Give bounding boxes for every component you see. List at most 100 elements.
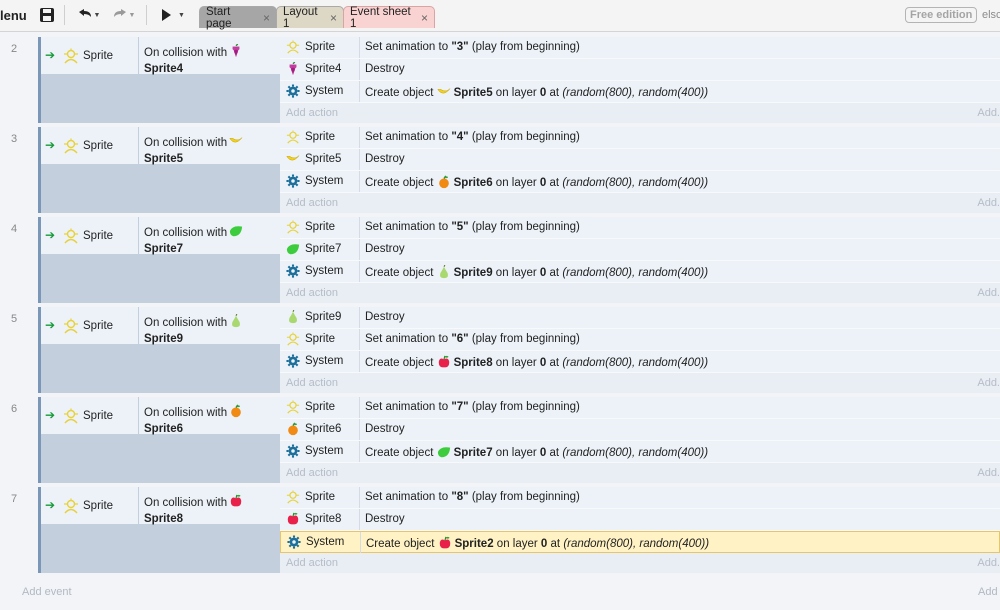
condition-row[interactable]: ➔ Sprite On collision with Sprite9 [41,307,280,345]
column-divider [138,217,139,255]
column-divider [359,509,360,530]
action-position: (random(800), random(400)) [563,538,710,550]
action-row[interactable]: Sprite Set animation to "7" (play from be… [280,397,1000,419]
close-icon[interactable]: × [330,11,337,25]
tab-layout-1[interactable]: Layout 1 × [276,6,344,30]
add-action-link[interactable]: Add action [286,287,338,299]
lime-icon [286,242,300,256]
tab-start-page[interactable]: Start page × [199,6,277,30]
free-edition-badge[interactable]: Free edition [905,7,978,23]
gear-icon [286,264,300,278]
action-position: (random(800), random(400)) [562,267,709,279]
action-text: Set animation to "7" (play from beginnin… [365,401,580,413]
action-object: System [305,175,344,187]
menu-button[interactable]: lenu [0,8,27,23]
add-event-link[interactable]: Add event [22,586,72,598]
action-row[interactable]: System Create object Sprite6 on layer 0 a… [280,171,1000,193]
event-block[interactable]: ➔ Sprite On collision with Sprite9 Sprite9 De… [38,307,1000,393]
action-text: Destroy [365,243,405,255]
pear-icon [229,313,243,328]
condition-column: ➔ Sprite On collision with Sprite5 [38,127,280,213]
add-action-right-link[interactable]: Add. [977,287,1000,299]
action-text: Create object Sprite9 on layer 0 at (ran… [365,264,709,279]
add-action-link[interactable]: Add action [286,107,338,119]
action-row[interactable]: Sprite Set animation to "3" (play from be… [280,37,1000,59]
preview-button[interactable]: ▼ [156,5,188,25]
close-icon[interactable]: × [263,11,270,25]
action-object: Sprite5 [305,153,342,165]
add-action-link[interactable]: Add action [286,557,338,569]
event-block[interactable]: ➔ Sprite On collision with Sprite8 Sprite Set… [38,487,1000,573]
tab-event-sheet-1[interactable]: Event sheet 1 × [343,6,435,30]
action-row[interactable]: Sprite9 Destroy [280,307,1000,329]
gear-icon [286,174,300,188]
event-block[interactable]: ➔ Sprite On collision with Sprite7 Sprite Set… [38,217,1000,303]
add-action-row[interactable]: Add action Add. [280,193,1000,213]
condition-row[interactable]: ➔ Sprite On collision with Sprite6 [41,397,280,435]
add-event-right-link[interactable]: Add [978,586,998,598]
add-action-row[interactable]: Add action Add. [280,103,1000,123]
event-number: 5 [11,313,18,325]
add-action-right-link[interactable]: Add. [977,197,1000,209]
action-row[interactable]: Sprite Set animation to "4" (play from be… [280,127,1000,149]
add-action-right-link[interactable]: Add. [977,107,1000,119]
add-action-link[interactable]: Add action [286,377,338,389]
action-at-label: at [546,357,563,369]
sprite-outline-icon [286,400,300,414]
condition-label: On collision with [144,497,228,509]
column-divider [138,37,139,75]
action-row[interactable]: System Create object Sprite5 on layer 0 a… [280,81,1000,103]
add-action-row[interactable]: Add action Add. [280,373,1000,393]
add-action-right-link[interactable]: Add. [977,467,1000,479]
action-row[interactable]: System Create object Sprite7 on layer 0 a… [280,441,1000,463]
close-icon[interactable]: × [421,11,428,25]
column-divider [359,217,360,238]
action-row[interactable]: Sprite5 Destroy [280,149,1000,171]
condition-row[interactable]: ➔ Sprite On collision with Sprite8 [41,487,280,525]
sprite-outline-icon [286,40,300,54]
action-row[interactable]: System Create object Sprite9 on layer 0 a… [280,261,1000,283]
add-action-right-link[interactable]: Add. [977,377,1000,389]
action-row[interactable]: Sprite Set animation to "6" (play from be… [280,329,1000,351]
condition-target: Sprite8 [144,513,183,525]
condition-row[interactable]: ➔ Sprite On collision with Sprite4 [41,37,280,75]
action-text: Set animation to "5" (play from beginnin… [365,221,580,233]
trigger-arrow-icon: ➔ [45,48,56,62]
action-verb: Destroy [365,423,405,435]
action-row[interactable]: System Create object Sprite8 on layer 0 a… [280,351,1000,373]
add-action-row[interactable]: Add action Add. [280,463,1000,483]
action-verb: Destroy [365,311,405,323]
event-block[interactable]: ➔ Sprite On collision with Sprite4 Sprite Set… [38,37,1000,123]
action-at-label: at [546,447,563,459]
action-row[interactable]: Sprite8 Destroy [280,509,1000,531]
condition-row[interactable]: ➔ Sprite On collision with Sprite5 [41,127,280,165]
save-button[interactable] [37,5,57,25]
condition-text: On collision with Sprite5 [144,134,243,167]
action-row[interactable]: Sprite7 Destroy [280,239,1000,261]
condition-label: On collision with [144,227,228,239]
pear-icon [286,309,300,324]
add-action-right-link[interactable]: Add. [977,557,1000,569]
event-block[interactable]: ➔ Sprite On collision with Sprite6 Sprite Set… [38,397,1000,483]
condition-target: Sprite7 [144,243,183,255]
action-row[interactable]: Sprite6 Destroy [280,419,1000,441]
undo-button[interactable]: ▼ [72,5,104,25]
add-action-row[interactable]: Add action Add. [280,283,1000,303]
event-block[interactable]: ➔ Sprite On collision with Sprite5 Sprite Set… [38,127,1000,213]
chevron-down-icon: ▼ [178,11,185,19]
column-divider [359,329,360,350]
add-action-link[interactable]: Add action [286,467,338,479]
action-verb: Create object [365,87,437,99]
action-object: Sprite8 [305,513,342,525]
add-action-link[interactable]: Add action [286,197,338,209]
condition-text: On collision with Sprite6 [144,404,243,437]
action-row[interactable]: Sprite4 Destroy [280,59,1000,81]
action-param: Sprite8 [453,357,493,369]
action-row[interactable]: Sprite Set animation to "5" (play from be… [280,217,1000,239]
redo-button[interactable]: ▼ [107,5,139,25]
action-row[interactable]: System Create object Sprite2 on layer 0 a… [280,531,1000,553]
add-action-row[interactable]: Add action Add. [280,553,1000,573]
action-text: Destroy [365,63,405,75]
condition-row[interactable]: ➔ Sprite On collision with Sprite7 [41,217,280,255]
action-row[interactable]: Sprite Set animation to "8" (play from be… [280,487,1000,509]
